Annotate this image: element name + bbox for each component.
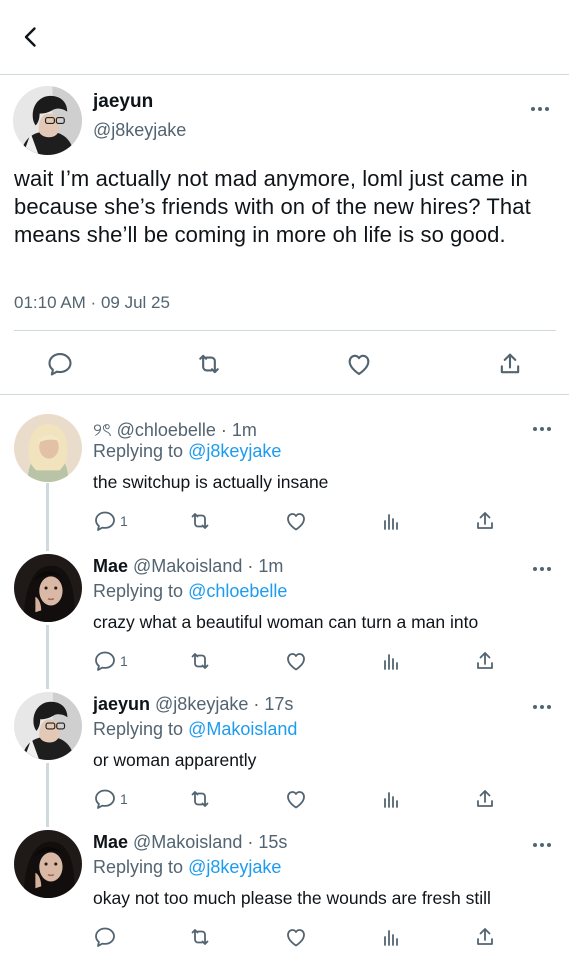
mention-link[interactable]: @j8keyjake (188, 857, 281, 877)
tweet-date: 09 Jul 25 (100, 293, 170, 312)
mention-link[interactable]: @Makoisland (188, 719, 297, 739)
replying-to: Replying to @Makoisland (93, 719, 297, 740)
top-bar (0, 0, 569, 75)
reply-header: Mae @Makoisland · 1m (93, 556, 283, 577)
reply-count: 1 (120, 791, 128, 807)
share-icon[interactable] (473, 509, 497, 533)
reply-icon[interactable]: 1 (93, 787, 128, 811)
more-icon[interactable] (529, 104, 551, 114)
replying-to-label: Replying to (93, 441, 189, 461)
more-icon[interactable] (531, 564, 553, 574)
replying-to-label: Replying to (93, 581, 189, 601)
back-arrow-icon[interactable] (14, 20, 48, 54)
retweet-icon[interactable] (188, 925, 212, 949)
reply-tweet[interactable]: Mae @Makoisland · 1m Replying to @chloeb… (0, 554, 569, 692)
share-icon[interactable] (473, 787, 497, 811)
more-icon[interactable] (531, 424, 553, 434)
tweet-actions: 1 (0, 787, 569, 813)
share-icon[interactable] (496, 350, 524, 378)
like-icon[interactable] (284, 925, 308, 949)
reply-count: 1 (120, 513, 128, 529)
more-icon[interactable] (531, 702, 553, 712)
tweet-text: okay not too much please the wounds are … (93, 888, 491, 908)
analytics-icon[interactable] (379, 649, 403, 673)
reply-header: jaeyun @j8keyjake · 17s (93, 694, 293, 715)
reply-time: · 15s (242, 832, 288, 852)
share-icon[interactable] (473, 649, 497, 673)
author-handle[interactable]: @Makoisland (128, 832, 242, 852)
author-handle[interactable]: @j8keyjake (150, 694, 248, 714)
reply-time: · 17s (248, 694, 294, 714)
replying-to: Replying to @j8keyjake (93, 857, 281, 878)
author-handle[interactable]: @j8keyjake (93, 120, 186, 141)
tweet-actions: 1 (0, 509, 569, 535)
mention-link[interactable]: @j8keyjake (188, 441, 281, 461)
analytics-icon[interactable] (379, 787, 403, 811)
tweet-text: the switchup is actually insane (93, 472, 329, 492)
like-icon[interactable] (284, 509, 308, 533)
tweet-actions (0, 346, 569, 382)
reply-header: Mae @Makoisland · 15s (93, 832, 287, 853)
avatar[interactable] (13, 86, 82, 155)
like-icon[interactable] (345, 350, 373, 378)
author-name[interactable]: jaeyun (93, 694, 150, 714)
reply-icon[interactable]: 1 (93, 649, 128, 673)
analytics-icon[interactable] (379, 509, 403, 533)
tweet-timestamp: 01:10 AM · 09 Jul 25 (14, 293, 170, 313)
tweet-text: crazy what a beautiful woman can turn a … (93, 612, 479, 632)
replying-to-label: Replying to (93, 857, 189, 877)
tweet-actions (0, 925, 569, 951)
more-icon[interactable] (531, 840, 553, 850)
like-icon[interactable] (284, 649, 308, 673)
retweet-icon[interactable] (195, 350, 223, 378)
tweet-actions: 1 (0, 649, 569, 675)
share-icon[interactable] (473, 925, 497, 949)
analytics-icon[interactable] (379, 925, 403, 949)
reply-icon[interactable]: 1 (93, 509, 128, 533)
reply-tweet[interactable]: Mae @Makoisland · 15s Replying to @j8key… (0, 830, 569, 960)
author-name[interactable]: Mae (93, 556, 128, 576)
divider (14, 330, 556, 331)
reply-count: 1 (120, 653, 128, 669)
like-icon[interactable] (284, 787, 308, 811)
reply-time: · 1m (242, 556, 284, 576)
author-name[interactable]: Mae (93, 832, 128, 852)
avatar[interactable] (14, 830, 82, 898)
timestamp-separator: · (85, 293, 101, 312)
tweet-text: wait I’m actually not mad anymore, loml … (14, 166, 531, 247)
divider (0, 394, 569, 395)
avatar[interactable] (14, 692, 82, 760)
reply-icon[interactable] (46, 350, 74, 378)
replying-to-label: Replying to (93, 719, 189, 739)
reply-time: · 1m (215, 420, 257, 440)
reply-icon[interactable] (93, 925, 120, 949)
avatar[interactable] (14, 554, 82, 622)
reply-tweet[interactable]: jaeyun @j8keyjake · 17s Replying to @Mak… (0, 692, 569, 830)
tweet-time: 01:10 AM (14, 293, 86, 312)
tweet-text: or woman apparently (93, 750, 257, 770)
author-handle[interactable]: ୨ৎ @chloebelle (93, 420, 216, 440)
retweet-icon[interactable] (188, 787, 212, 811)
author-name[interactable]: jaeyun (93, 91, 153, 113)
replying-to: Replying to @chloebelle (93, 581, 287, 602)
replying-to: Replying to @j8keyjake (93, 441, 281, 462)
mention-link[interactable]: @chloebelle (188, 581, 287, 601)
avatar[interactable] (14, 414, 82, 482)
reply-tweet[interactable]: ୨ৎ @chloebelle · 1m Replying to @j8keyja… (0, 414, 569, 552)
author-handle[interactable]: @Makoisland (128, 556, 242, 576)
retweet-icon[interactable] (188, 649, 212, 673)
retweet-icon[interactable] (188, 509, 212, 533)
